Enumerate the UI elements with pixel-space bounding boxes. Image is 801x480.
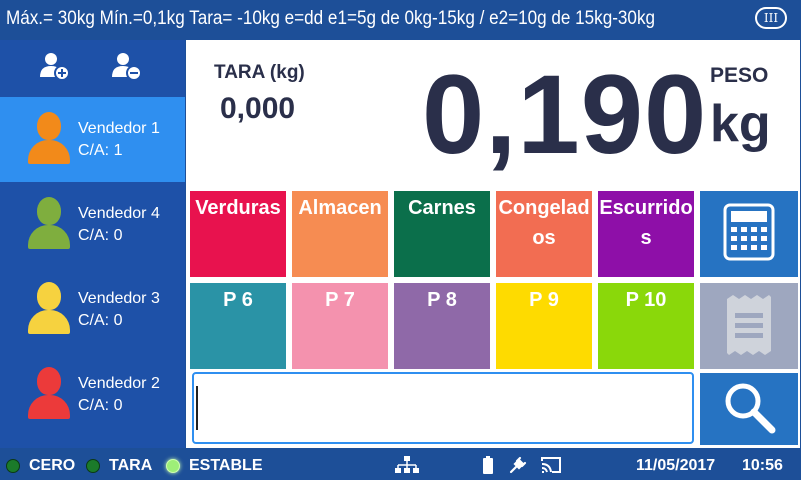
user-avatar-icon [24, 195, 74, 255]
vendor-sidebar: Vendedor 1 C/A: 1 Vendedor 4 C/A: 0 Vend… [0, 40, 185, 448]
status-time: 10:56 [742, 457, 783, 474]
network-icon [394, 455, 420, 480]
category-carnes[interactable]: Carnes [394, 191, 490, 277]
category-p6[interactable]: P 6 [190, 283, 286, 369]
vendor-count: C/A: 1 [78, 141, 123, 159]
spec-bar: Máx.= 30kg Mín.=0,1kg Tara= -10kg e=dd e… [0, 0, 801, 38]
calculator-button[interactable] [700, 191, 798, 277]
search-input[interactable] [192, 372, 694, 444]
vendor-item-1[interactable]: Vendedor 1 C/A: 1 [0, 97, 185, 182]
stable-indicator: ESTABLE [166, 457, 262, 475]
text-cursor [196, 386, 198, 430]
vendor-item-2[interactable]: Vendedor 2 C/A: 0 [0, 352, 185, 437]
tara-label: TARA (kg) [214, 62, 305, 83]
vendor-count: C/A: 0 [78, 311, 123, 329]
add-user-icon[interactable] [38, 49, 72, 88]
vendor-actions [0, 40, 185, 96]
remove-user-icon[interactable] [110, 49, 144, 88]
accuracy-class-badge: III [755, 7, 787, 29]
category-almacen[interactable]: Almacen [292, 191, 388, 277]
receipt-button[interactable] [700, 283, 798, 369]
scale-spec-text: Máx.= 30kg Mín.=0,1kg Tara= -10kg e=dd e… [6, 8, 655, 29]
category-p9[interactable]: P 9 [496, 283, 592, 369]
search-button[interactable] [700, 373, 798, 445]
vendor-name: Vendedor 4 [78, 204, 160, 222]
tare-indicator: TARA [86, 457, 152, 475]
cast-icon [540, 455, 562, 480]
peso-label: PESO [710, 64, 769, 87]
category-escurridos[interactable]: Escurridos [598, 191, 694, 277]
status-date: 11/05/2017 [636, 457, 716, 474]
user-avatar-icon [24, 110, 74, 170]
plug-icon [508, 455, 528, 480]
stable-label: ESTABLE [189, 457, 263, 474]
battery-icon [482, 455, 494, 480]
category-congelados[interactable]: Congelados [496, 191, 592, 277]
tare-led-icon [86, 459, 100, 473]
zero-label: CERO [29, 457, 76, 474]
search-icon [722, 380, 776, 439]
category-verduras[interactable]: Verduras [190, 191, 286, 277]
status-bar: CERO TARA ESTABLE 11/05/2017 10:56 [0, 451, 801, 480]
weight-unit: kg [710, 95, 771, 153]
zero-led-icon [6, 459, 20, 473]
vendor-name: Vendedor 3 [78, 289, 160, 307]
vendor-name: Vendedor 1 [78, 119, 160, 137]
vendor-item-3[interactable]: Vendedor 3 C/A: 0 [0, 267, 185, 352]
zero-indicator: CERO [6, 457, 75, 475]
tare-label: TARA [109, 457, 153, 474]
category-p10[interactable]: P 10 [598, 283, 694, 369]
category-p7[interactable]: P 7 [292, 283, 388, 369]
vendor-count: C/A: 0 [78, 396, 123, 414]
user-avatar-icon [24, 280, 74, 340]
weight-readout: 0,190 [422, 52, 708, 177]
receipt-icon [725, 293, 773, 360]
vendor-count: C/A: 0 [78, 226, 123, 244]
tara-value: 0,000 [220, 92, 296, 125]
calculator-icon [723, 203, 775, 266]
vendor-name: Vendedor 2 [78, 374, 160, 392]
stable-led-icon [166, 459, 180, 473]
user-avatar-icon [24, 365, 74, 425]
category-p8[interactable]: P 8 [394, 283, 490, 369]
vendor-item-4[interactable]: Vendedor 4 C/A: 0 [0, 182, 185, 267]
